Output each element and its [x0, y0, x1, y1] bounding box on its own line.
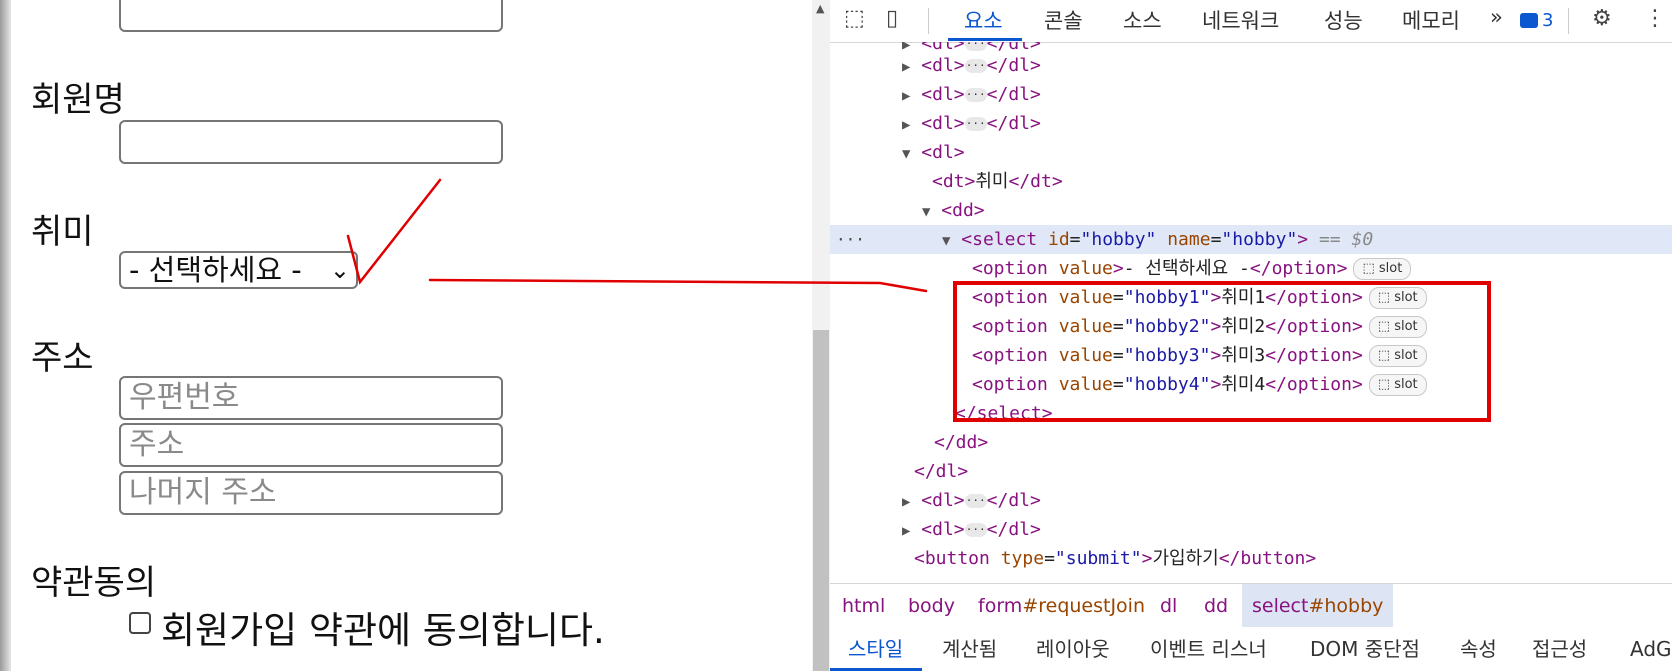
- expand-triangle-icon[interactable]: ▶: [902, 117, 910, 133]
- dom-node-dt[interactable]: <dt>취미</dt>: [830, 167, 1672, 196]
- settings-gear-icon[interactable]: ⚙: [1592, 6, 1612, 31]
- window-edge-shadow: [0, 0, 11, 671]
- tab-network[interactable]: 네트워크: [1202, 5, 1279, 35]
- breadcrumb-form[interactable]: form#requestJoin: [978, 584, 1145, 628]
- collapse-triangle-icon[interactable]: ▼: [902, 146, 910, 162]
- dom-node-dl-collapsed[interactable]: ▶ <dl>···</dl>: [830, 80, 1672, 109]
- hobby-select[interactable]: - 선택하세요 - ⌄: [119, 251, 358, 289]
- scrollbar-thumb[interactable]: [813, 330, 829, 671]
- tab-memory[interactable]: 메모리: [1402, 5, 1460, 35]
- expand-triangle-icon[interactable]: ▶: [902, 59, 910, 75]
- dom-node-dl-collapsed[interactable]: ▶ <dl>···</dl>: [830, 515, 1672, 544]
- select-chevron-icon: ⌄: [329, 256, 350, 284]
- breadcrumb-dd[interactable]: dd: [1204, 584, 1228, 628]
- expand-triangle-icon[interactable]: ▶: [902, 494, 910, 510]
- scroll-up-arrow-icon[interactable]: ▲: [816, 2, 824, 15]
- annotation-highlight-box: [953, 281, 1491, 422]
- dom-node-dd-close[interactable]: </dd>: [830, 428, 1672, 457]
- tab-layout[interactable]: 레이아웃: [1036, 627, 1110, 671]
- devtools-toolbar: ⬚ ▯ 요소 콘솔 소스 네트워크 성능 메모리 » 3 ⚙ ⋮: [830, 0, 1672, 43]
- slot-badge[interactable]: ⬚ slot: [1353, 258, 1412, 280]
- tab-console[interactable]: 콘솔: [1044, 5, 1083, 35]
- more-menu-icon[interactable]: ⋮: [1644, 6, 1666, 31]
- collapse-triangle-icon[interactable]: ▼: [922, 204, 930, 220]
- postal-code-input[interactable]: 우편번호: [119, 376, 503, 420]
- styles-pane-tabs: 스타일 계산됨 레이아웃 이벤트 리스너 DOM 중단점 속성 접근성 AdGu: [830, 627, 1672, 671]
- dom-node-option[interactable]: <option value>- 선택하세요 -</option> ⬚ slot: [830, 254, 1672, 283]
- device-toolbar-icon[interactable]: ▯: [886, 6, 898, 31]
- member-name-label: 회원명: [31, 80, 125, 120]
- dom-breadcrumb: html body form#requestJoin dl dd select#…: [830, 583, 1672, 629]
- dom-node-button[interactable]: <button type="submit">가입하기</button>: [830, 544, 1672, 573]
- devtools-panel: ⬚ ▯ 요소 콘솔 소스 네트워크 성능 메모리 » 3 ⚙ ⋮ ▶ <dl>·…: [830, 0, 1672, 671]
- toolbar-divider: [1568, 8, 1569, 34]
- collapse-triangle-icon[interactable]: ▼: [942, 233, 950, 249]
- elements-tree: ▶ <dl>···</dl> ▶ <dl>···</dl> ▶ <dl>···<…: [830, 42, 1672, 583]
- breadcrumb-body[interactable]: body: [908, 584, 955, 628]
- tab-adguard[interactable]: AdGu: [1630, 627, 1672, 671]
- tab-dom-breakpoints[interactable]: DOM 중단점: [1310, 627, 1420, 671]
- web-page-viewport: 회원명 취미 - 선택하세요 - ⌄ 주소 우편번호 주소 나머지 주소 약관동…: [11, 0, 812, 671]
- previous-input-field[interactable]: [119, 0, 503, 32]
- terms-checkbox[interactable]: [129, 612, 151, 634]
- dom-node-select-selected[interactable]: ··· ▼ <select id="hobby" name="hobby"> ==…: [830, 225, 1672, 254]
- hobby-label: 취미: [31, 212, 94, 252]
- dom-node-dl-open[interactable]: ▼ <dl>: [830, 138, 1672, 167]
- tab-accessibility[interactable]: 접근성: [1532, 627, 1587, 671]
- issues-icon: [1520, 13, 1538, 28]
- dom-node-dl-collapsed[interactable]: ▶ <dl>···</dl>: [830, 51, 1672, 80]
- breadcrumb-html[interactable]: html: [842, 584, 885, 628]
- more-tabs-chevron-icon[interactable]: »: [1490, 5, 1503, 29]
- breadcrumb-select[interactable]: select#hobby: [1242, 584, 1394, 628]
- inspect-element-icon[interactable]: ⬚: [844, 6, 865, 31]
- node-actions-icon[interactable]: ···: [836, 225, 865, 254]
- member-name-input[interactable]: [119, 120, 503, 164]
- dom-node-dl-collapsed[interactable]: ▶ <dl>···</dl>: [830, 109, 1672, 138]
- page-scrollbar[interactable]: ▲: [812, 0, 830, 671]
- tab-performance[interactable]: 성능: [1324, 5, 1363, 35]
- tab-event-listeners[interactable]: 이벤트 리스너: [1150, 627, 1267, 671]
- breadcrumb-dl[interactable]: dl: [1160, 584, 1177, 628]
- address-input[interactable]: 주소: [119, 423, 503, 467]
- tab-styles[interactable]: 스타일: [848, 627, 903, 671]
- dom-node-dd-open[interactable]: ▼ <dd>: [830, 196, 1672, 225]
- dom-node-dl-collapsed[interactable]: ▶ <dl>···</dl>: [830, 486, 1672, 515]
- active-tab-indicator: [948, 38, 1022, 41]
- address-label: 주소: [31, 338, 94, 378]
- terms-checkbox-label[interactable]: 회원가입 약관에 동의합니다.: [161, 600, 605, 654]
- tab-computed[interactable]: 계산됨: [942, 627, 997, 671]
- address-detail-input[interactable]: 나머지 주소: [119, 471, 503, 515]
- dom-node-dl-close[interactable]: </dl>: [830, 457, 1672, 486]
- terms-label: 약관동의: [31, 563, 157, 603]
- tab-properties[interactable]: 속성: [1460, 627, 1497, 671]
- hobby-select-value: - 선택하세요 -: [129, 253, 302, 287]
- tab-sources[interactable]: 소스: [1123, 5, 1162, 35]
- tab-elements[interactable]: 요소: [964, 5, 1003, 35]
- toolbar-divider: [928, 8, 929, 34]
- issues-counter[interactable]: 3: [1520, 10, 1553, 31]
- expand-triangle-icon[interactable]: ▶: [902, 523, 910, 539]
- expand-triangle-icon[interactable]: ▶: [902, 88, 910, 104]
